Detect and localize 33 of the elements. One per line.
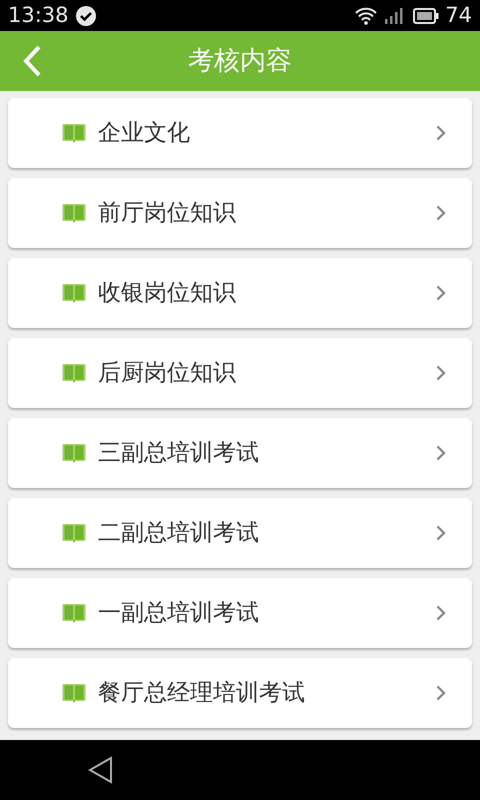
list-item[interactable]: 后厨岗位知识 [8,338,472,408]
book-icon [62,283,86,303]
battery-level: 74 [445,5,472,26]
chevron-right-icon [436,685,446,701]
book-icon [62,203,86,223]
chevron-right-icon [436,525,446,541]
battery-icon [413,8,440,24]
list-item[interactable]: 三副总培训考试 [8,418,472,488]
book-icon [62,443,86,463]
check-icon [76,6,96,26]
book-icon [62,523,86,543]
list-item[interactable]: 餐厅总经理培训考试 [8,658,472,728]
signal-icon [383,6,404,26]
chevron-right-icon [436,205,446,221]
chevron-right-icon [436,605,446,621]
page-title: 考核内容 [188,44,292,78]
chevron-right-icon [436,365,446,381]
wifi-icon [355,6,378,24]
back-icon [22,45,42,77]
list-item[interactable]: 一副总培训考试 [8,578,472,648]
book-icon [62,683,86,703]
book-icon [62,603,86,623]
status-time: 13:38 [8,5,69,26]
list-item[interactable]: 企业文化 [8,98,472,168]
book-icon [62,123,86,143]
list-item[interactable]: 收银岗位知识 [8,258,472,328]
chevron-right-icon [436,285,446,301]
chevron-right-icon [436,445,446,461]
back-nav-icon[interactable] [88,756,114,784]
book-icon [62,363,86,383]
list-item[interactable]: 前厅岗位知识 [8,178,472,248]
chevron-right-icon [436,125,446,141]
list-item[interactable]: 二副总培训考试 [8,498,472,568]
